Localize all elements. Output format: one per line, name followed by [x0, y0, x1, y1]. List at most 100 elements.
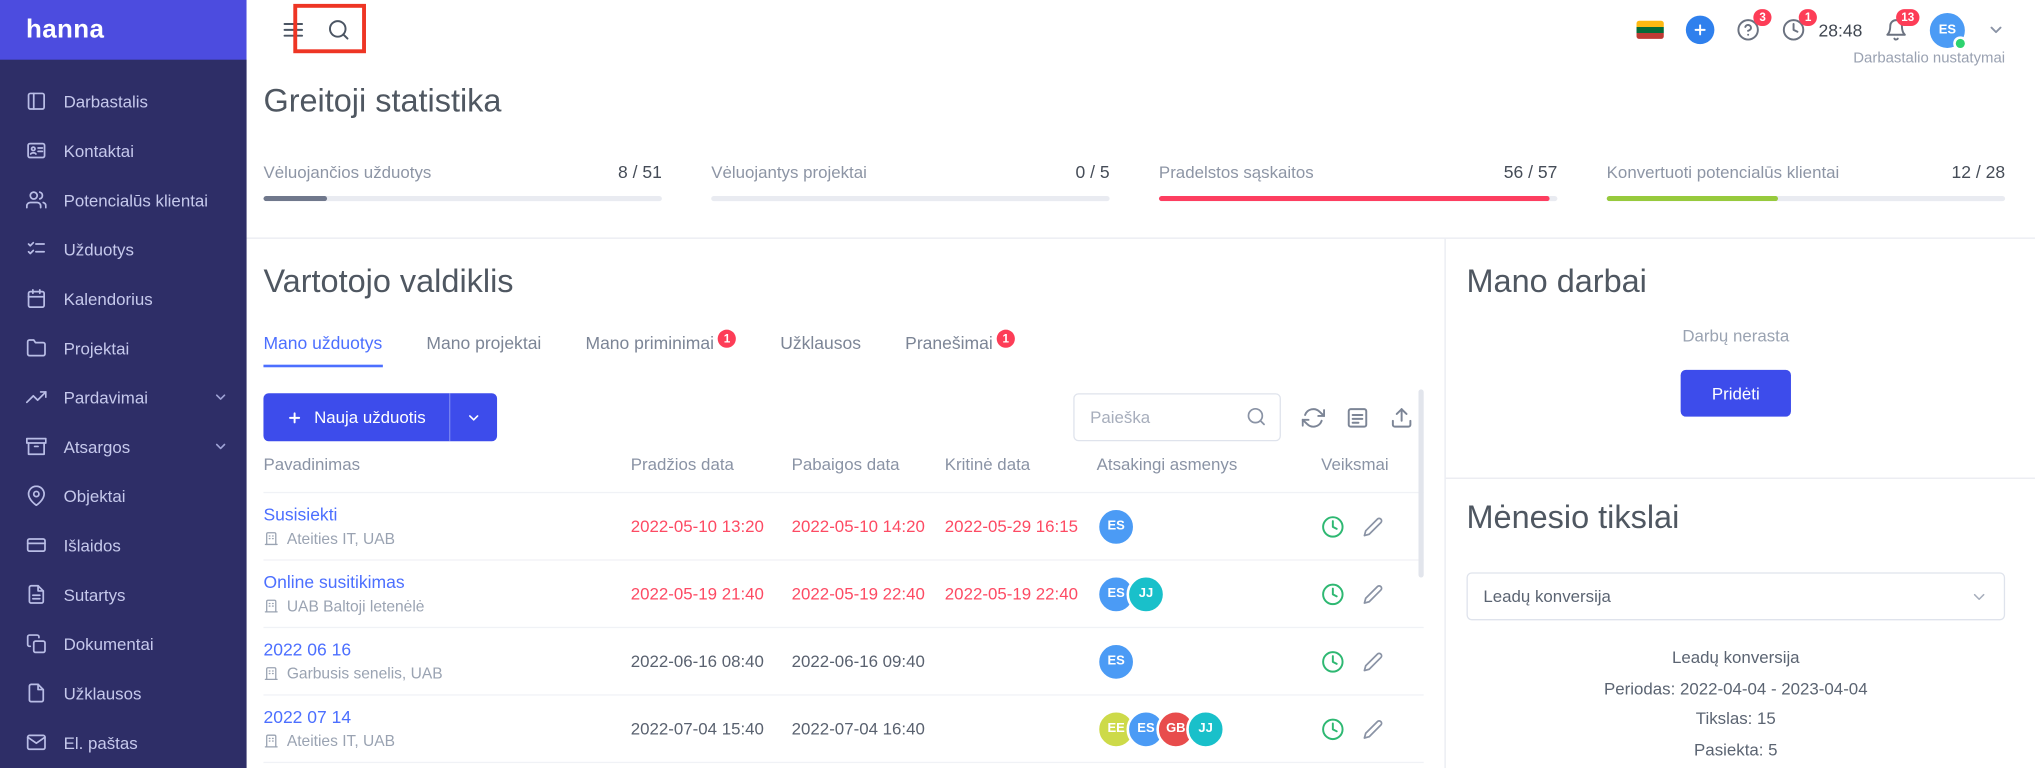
sidebar-item-label: Pardavimai [63, 387, 148, 407]
edit-pencil-icon[interactable] [1363, 651, 1384, 672]
quick-add-button[interactable] [1686, 15, 1715, 45]
end-date: 2022-05-10 14:20 [791, 516, 925, 536]
topbar-left [247, 18, 351, 41]
dashboard-settings-link[interactable]: Darbastalio nustatymai [1853, 51, 2005, 67]
goal-select[interactable]: Leadų konversija [1466, 572, 2006, 621]
widget-tabs: Mano užduotys Mano projektai Mano primin… [263, 329, 1015, 368]
stat-label: Vėluojantys projektai [711, 162, 867, 182]
table-search [1073, 393, 1281, 442]
progress-bar [1606, 195, 2006, 202]
right-panel-divider [1445, 477, 2035, 479]
goal-achieved: Pasiekta: 5 [1694, 739, 1778, 759]
calendar-icon [26, 288, 47, 309]
help-icon[interactable]: 3 [1737, 9, 1772, 41]
table-row: 2022 06 16 Garbusis senelis, UAB 2022-06… [263, 628, 1424, 696]
search-icon[interactable] [1246, 406, 1267, 427]
hamburger-menu-icon[interactable] [282, 18, 305, 41]
sidebar-item-atsargos[interactable]: Atsargos [0, 422, 247, 471]
column-header-start[interactable]: Pradžios data [631, 454, 792, 473]
end-date: 2022-07-04 16:40 [791, 718, 925, 739]
sidebar-item-kontaktai[interactable]: Kontaktai [0, 126, 247, 175]
inventory-box-icon [25, 436, 47, 457]
sidebar-item-kalendorius[interactable]: Kalendorius [0, 274, 247, 323]
task-name-link[interactable]: Susisiekti [263, 505, 337, 524]
stat-value: 12 / 28 [1951, 162, 2006, 182]
edit-pencil-icon[interactable] [1363, 516, 1384, 537]
request-file-icon [26, 683, 47, 704]
column-header-end[interactable]: Pabaigos data [792, 454, 945, 473]
quick-stats-title: Greitoji statistika [263, 83, 502, 120]
folder-icon [26, 337, 47, 358]
time-log-icon[interactable] [1321, 717, 1344, 740]
start-date: 2022-05-10 13:20 [630, 516, 764, 536]
new-task-dropdown-chevron-icon[interactable] [450, 393, 497, 441]
tab-mano-projektai[interactable]: Mano projektai [426, 334, 541, 368]
task-name-link[interactable]: Online susitikimas [263, 572, 404, 591]
sidebar-nav: Darbastalis Kontaktai Potencialūs klient… [0, 60, 247, 767]
assignee-avatars: ES [1096, 506, 1322, 546]
sidebar-item-label: Projektai [63, 338, 130, 358]
end-date: 2022-06-16 09:40 [791, 651, 925, 671]
brand-logo[interactable]: hanna [0, 0, 247, 60]
sidebar-item-projektai[interactable]: Projektai [0, 323, 247, 372]
add-job-button[interactable]: Pridėti [1680, 369, 1791, 417]
time-tracker-icon[interactable]: 1 [1782, 9, 1818, 41]
task-name-link[interactable]: 2022 06 16 [263, 640, 351, 659]
new-task-button[interactable]: Nauja užduotis [263, 393, 498, 442]
sidebar-item-label: Užklausos [63, 683, 142, 703]
sidebar-item-uzklausos[interactable]: Užklausos [0, 668, 247, 717]
tab-mano-uzduotys[interactable]: Mano užduotys [263, 334, 383, 368]
sidebar-item-uzduotys[interactable]: Užduotys [0, 225, 247, 274]
sidebar-item-objektai[interactable]: Objektai [0, 471, 247, 520]
tab-pranesimai[interactable]: Pranešimai 1 [905, 329, 1015, 368]
edit-pencil-icon[interactable] [1363, 583, 1384, 604]
tab-mano-priminimai[interactable]: Mano priminimai 1 [585, 329, 737, 368]
refresh-icon[interactable] [1301, 406, 1326, 429]
task-name-link[interactable]: 2022 07 14 [263, 707, 351, 726]
company-building-icon [263, 733, 279, 749]
profile-chevron-down-icon[interactable] [1987, 21, 2005, 39]
sidebar-item-dokumentai[interactable]: Dokumentai [0, 619, 247, 668]
sidebar-item-el-pastas[interactable]: El. paštas [0, 718, 247, 767]
expenses-icon [26, 535, 47, 556]
dashboard-icon [26, 91, 47, 112]
start-date: 2022-05-19 21:40 [630, 584, 764, 604]
documents-copy-icon [26, 633, 47, 654]
table-scrollbar[interactable] [1418, 389, 1424, 578]
progress-bar [711, 195, 1110, 202]
map-pin-icon [26, 485, 47, 507]
assignee-avatar: JJ [1186, 709, 1226, 749]
sidebar-item-potencialus-klientai[interactable]: Potencialūs klientai [0, 175, 247, 224]
sidebar-item-pardavimai[interactable]: Pardavimai [0, 372, 247, 421]
online-status-dot [1953, 35, 1968, 50]
stat-value: 0 / 5 [1075, 162, 1110, 182]
sidebar-item-sutartys[interactable]: Sutartys [0, 570, 247, 619]
tab-uzklausos[interactable]: Užklausos [780, 334, 861, 368]
user-avatar[interactable]: ES [1929, 12, 1968, 50]
stat-label: Konvertuoti potencialūs klientai [1606, 162, 1840, 182]
goal-period: Periodas: 2022-04-04 - 2023-04-04 [1604, 678, 1868, 698]
columns-settings-icon[interactable] [1346, 406, 1369, 429]
assignee-avatars: ES [1096, 641, 1322, 681]
quick-stats-row: Vėluojančios užduotys 8 / 51 Vėluojantys… [263, 162, 2006, 202]
topbar: 3 1 28:48 13 ES [246, 0, 2035, 60]
time-log-icon[interactable] [1321, 515, 1344, 538]
column-header-critical[interactable]: Kritinė data [945, 454, 1097, 473]
time-log-icon[interactable] [1321, 582, 1344, 605]
goal-target: Tikslas: 15 [1695, 708, 1776, 729]
goal-info: Leadų konversija Periodas: 2022-04-04 - … [1467, 642, 2006, 764]
time-log-icon[interactable] [1321, 650, 1344, 673]
sidebar-item-darbastalis[interactable]: Darbastalis [0, 77, 247, 126]
tasks-table: Pavadinimas Pradžios data Pabaigos data … [263, 454, 1424, 764]
notifications-bell-icon[interactable]: 13 [1884, 9, 1920, 41]
edit-pencil-icon[interactable] [1363, 718, 1384, 739]
search-icon[interactable] [327, 18, 350, 41]
column-header-name[interactable]: Pavadinimas [263, 454, 630, 473]
tab-badge: 1 [717, 329, 737, 348]
sidebar-item-islaidos[interactable]: Išlaidos [0, 520, 247, 569]
column-header-assignees[interactable]: Atsakingi asmenys [1097, 454, 1322, 473]
row-actions [1321, 650, 1424, 673]
tab-label: Mano projektai [426, 333, 542, 354]
language-flag-icon[interactable] [1636, 20, 1665, 39]
export-icon[interactable] [1390, 406, 1413, 429]
